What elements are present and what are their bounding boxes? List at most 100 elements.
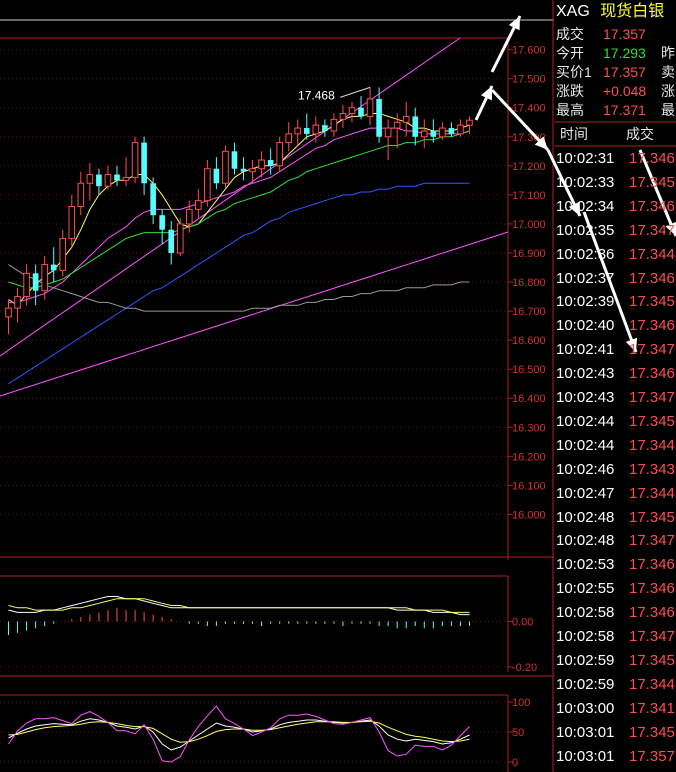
candle-body (231, 151, 238, 169)
kdj-lines (8, 705, 470, 763)
tick-row[interactable]: 10:02:36 17.344 (556, 243, 675, 267)
candle-body (402, 115, 410, 123)
tick-price: 17.347 (629, 532, 675, 550)
quote-value: 17.371 (603, 102, 646, 118)
y-tick-label: 16.500 (512, 364, 546, 376)
tick-price: 17.345 (629, 173, 675, 191)
candle-body (240, 168, 247, 172)
tick-row[interactable]: 10:02:41 17.347 (556, 338, 675, 362)
candle-body (285, 133, 293, 144)
tick-row[interactable]: 10:02:59 17.344 (556, 673, 675, 697)
annotation-leader (339, 86, 371, 98)
candle-body (258, 159, 265, 170)
tick-row[interactable]: 10:02:48 17.345 (556, 506, 675, 530)
tick-time: 10:02:40 (556, 317, 615, 335)
symbol-code: XAG (556, 3, 590, 20)
tick-price: 17.345 (629, 508, 675, 526)
candle-body (312, 124, 320, 135)
tick-row[interactable]: 10:02:31 17.346 (556, 147, 675, 171)
candle-body (448, 128, 455, 134)
moving-average-line (8, 130, 470, 289)
tick-row[interactable]: 10:03:00 17.341 (556, 697, 675, 721)
candle-body (366, 98, 374, 117)
candle-body (168, 229, 175, 253)
tick-row[interactable]: 10:02:39 17.345 (556, 290, 675, 314)
tick-row[interactable]: 10:02:44 17.344 (556, 434, 675, 458)
quote-row: 今开 17.293 昨 (556, 43, 675, 63)
tick-row[interactable]: 10:02:53 17.346 (556, 553, 675, 577)
tick-row[interactable]: 10:02:37 17.346 (556, 267, 675, 291)
macd-lines (8, 596, 470, 616)
tick-time: 10:03:01 (556, 747, 615, 765)
moving-average-line (8, 264, 470, 312)
tick-row[interactable]: 10:02:58 17.347 (556, 625, 675, 649)
tick-price: 17.344 (629, 675, 675, 693)
tick-time: 10:02:34 (556, 197, 615, 215)
candle-body (294, 127, 302, 135)
tick-time: 10:02:48 (556, 508, 615, 526)
candle-body (339, 113, 347, 120)
tick-price: 17.347 (629, 341, 675, 359)
tick-row[interactable]: 10:02:43 17.347 (556, 386, 675, 410)
tick-row[interactable]: 10:02:35 17.347 (556, 219, 675, 243)
tick-row[interactable]: 10:02:44 17.345 (556, 410, 675, 434)
tick-price: 17.345 (629, 723, 675, 741)
high-price-label: 17.468 (298, 88, 335, 102)
candle-body (412, 116, 419, 137)
quote-value: 17.357 (603, 64, 646, 80)
candle-body (77, 182, 85, 207)
quote-row: 最高 17.371 最 (556, 100, 675, 120)
tick-row[interactable]: 10:02:43 17.346 (556, 362, 675, 386)
y-tick-label: 16.400 (512, 393, 546, 405)
y-tick-label: 17.600 (512, 45, 546, 57)
tick-row[interactable]: 10:02:46 17.343 (556, 458, 675, 482)
tick-row[interactable]: 10:02:59 17.345 (556, 649, 675, 673)
candle-body (114, 174, 120, 181)
tick-price: 17.346 (629, 556, 675, 574)
y-tick-label: -0.20 (512, 662, 537, 674)
tick-row[interactable]: 10:03:01 17.345 (556, 721, 675, 745)
tick-price: 17.347 (629, 628, 675, 645)
y-tick-label: 17.100 (512, 190, 546, 202)
tick-price: 17.346 (629, 580, 675, 598)
tick-row[interactable]: 10:03:01 17.357 (556, 745, 675, 769)
tick-time: 10:03:01 (556, 723, 615, 741)
candle-body (96, 174, 102, 187)
quote-value: 17.293 (603, 45, 646, 61)
candle-body (195, 200, 202, 210)
moving-average-line (8, 113, 470, 306)
candle-body (68, 205, 76, 239)
tick-price: 17.346 (629, 365, 675, 383)
tick-price: 17.357 (629, 747, 675, 765)
candle-body (384, 127, 392, 138)
tick-time: 10:02:59 (556, 651, 615, 669)
candle-body (185, 208, 193, 225)
candle-body (303, 128, 310, 134)
candle-body (150, 183, 156, 216)
tick-price: 17.343 (629, 460, 675, 478)
tick-row[interactable]: 10:02:33 17.345 (556, 171, 675, 195)
quote-row: 涨跌 +0.048 涨 (556, 81, 675, 101)
tick-row[interactable]: 10:02:48 17.347 (556, 529, 675, 553)
candle-body (86, 174, 94, 184)
tick-row[interactable]: 10:02:40 17.346 (556, 314, 675, 338)
quote-extra-label: 涨 (661, 83, 675, 99)
tick-time: 10:02:53 (556, 556, 615, 574)
candle-body (5, 307, 12, 318)
tick-row[interactable]: 10:02:34 17.346 (556, 195, 675, 219)
y-tick-label: 16.000 (512, 509, 546, 521)
tick-row[interactable]: 10:02:58 17.346 (556, 601, 675, 625)
tick-price: 17.346 (629, 269, 675, 287)
candle-body (376, 99, 382, 137)
tick-price: 17.346 (629, 150, 675, 167)
tick-time: 10:02:59 (556, 675, 615, 693)
y-tick-label: 16.100 (512, 480, 546, 492)
candle-body (249, 168, 256, 173)
moving-average-lines (8, 113, 470, 385)
tick-row[interactable]: 10:02:47 17.344 (556, 482, 675, 506)
candle-body (176, 223, 184, 254)
tick-row[interactable]: 10:02:55 17.346 (556, 577, 675, 601)
macd-gridlines (0, 620, 508, 668)
y-tick-label: 100 (512, 697, 530, 709)
tick-time: 10:02:31 (556, 150, 615, 167)
